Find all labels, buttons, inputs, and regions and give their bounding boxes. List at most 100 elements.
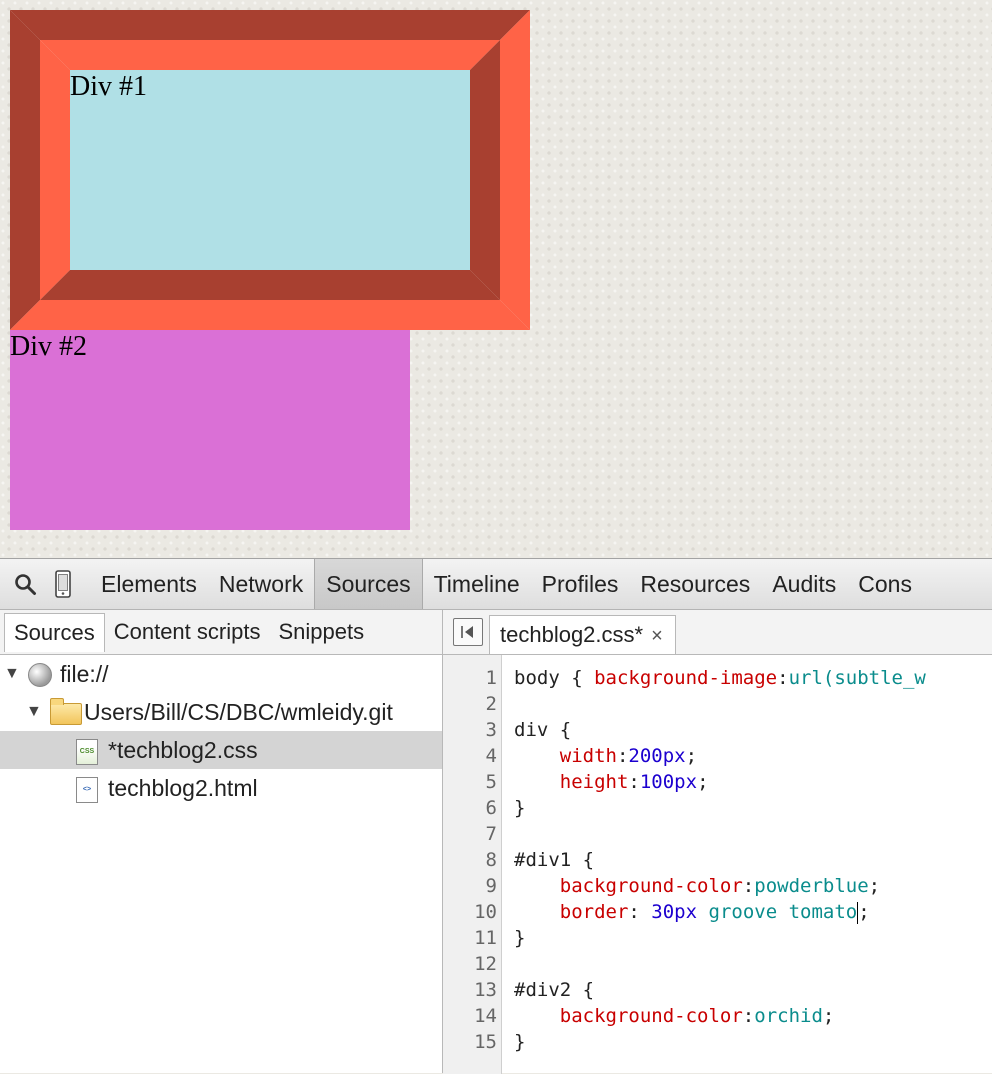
code-line[interactable]: 2 (443, 691, 992, 717)
code-line[interactable]: 11} (443, 925, 992, 951)
tree-file-html[interactable]: <> techblog2.html (0, 769, 442, 807)
line-number: 5 (485, 771, 497, 793)
expand-triangle-icon[interactable]: ▼ (26, 693, 42, 731)
tab-timeline[interactable]: Timeline (423, 559, 531, 609)
code-text: background-color:powderblue; (514, 873, 880, 899)
search-icon[interactable] (6, 559, 44, 609)
expand-triangle-icon[interactable]: ▼ (4, 655, 20, 693)
source-editor: techblog2.css* × 1 body { background-image… (443, 610, 992, 1074)
code-line[interactable]: 14 background-color:orchid; (443, 1003, 992, 1029)
code-token: background-color (559, 1005, 743, 1027)
device-mode-icon[interactable] (44, 559, 82, 609)
folder-icon (50, 698, 82, 725)
code-line[interactable]: 3 div { (443, 717, 992, 743)
code-token: div { (514, 719, 572, 741)
code-text: } (514, 795, 525, 821)
line-number: 11 (474, 927, 497, 949)
code-text: } (514, 925, 525, 951)
code-text: background-color:orchid; (514, 1003, 835, 1029)
code-line[interactable]: 15} (443, 1029, 992, 1055)
code-token: ; (697, 771, 709, 793)
tab-network[interactable]: Network (208, 559, 314, 609)
line-number: 4 (485, 745, 497, 767)
groove-border-segment (10, 10, 40, 330)
groove-border (10, 10, 530, 330)
code-line[interactable]: 13 #div2 { (443, 977, 992, 1003)
html-file-icon: <> (76, 777, 98, 803)
code-token: : (628, 771, 640, 793)
groove-border-segment (10, 300, 530, 330)
groove-border-segment (40, 40, 500, 70)
nav-tab-snippets[interactable]: Snippets (269, 612, 373, 652)
code-line[interactable]: 1 body { background-image:url(subtle_w (443, 665, 992, 691)
code-text: width:200px; (514, 743, 697, 769)
nav-tab-sources[interactable]: Sources (4, 612, 105, 652)
code-line[interactable]: 4 width:200px; (443, 743, 992, 769)
tree-file-css[interactable]: CSS *techblog2.css (0, 731, 442, 769)
code-token: } (514, 797, 526, 819)
code-line[interactable]: 7 (443, 821, 992, 847)
code-token: ; (858, 901, 870, 923)
css-file-icon: CSS (76, 739, 98, 765)
code-line[interactable]: 9 background-color:powderblue; (443, 873, 992, 899)
div2-label: Div #2 (10, 331, 87, 362)
code-area[interactable]: 1 body { background-image:url(subtle_w 2 3 d… (443, 655, 992, 1074)
code-lines[interactable]: 1 body { background-image:url(subtle_w 2 3 d… (443, 665, 992, 1055)
tree-file-label: *techblog2.css (108, 737, 258, 763)
div2-box[interactable]: Div #2 (10, 330, 410, 530)
code-token: ; (685, 745, 698, 767)
tree-root[interactable]: ▼ file:// (0, 655, 442, 693)
code-line[interactable]: 6} (443, 795, 992, 821)
code-line[interactable]: 5 height:100px; (443, 769, 992, 795)
code-token: : (777, 667, 789, 689)
code-text: height:100px; (514, 769, 709, 795)
tree-folder[interactable]: ▼ Users/Bill/CS/DBC/wmleidy.git (0, 693, 442, 731)
tab-audits[interactable]: Audits (761, 559, 847, 609)
code-line[interactable]: 8 #div1 { (443, 847, 992, 873)
editor-tabs: techblog2.css* × (443, 610, 992, 655)
tab-sources[interactable]: Sources (314, 559, 423, 609)
code-line[interactable]: 10 border: 30px groove tomato; (443, 899, 992, 925)
toggle-navigator-icon[interactable] (453, 618, 483, 646)
code-token: #div1 { (514, 849, 595, 871)
code-token: ; (868, 875, 881, 897)
tab-console[interactable]: Cons (847, 559, 923, 609)
file-tab[interactable]: techblog2.css* × (489, 615, 676, 654)
globe-icon (28, 663, 52, 687)
close-icon[interactable]: × (651, 625, 663, 647)
line-number: 7 (485, 823, 497, 845)
code-token: background-image (594, 667, 778, 689)
line-number: 3 (485, 719, 497, 741)
tab-resources[interactable]: Resources (629, 559, 761, 609)
code-token: groove tomato (708, 901, 858, 923)
code-token: height (559, 771, 629, 793)
tab-profiles[interactable]: Profiles (531, 559, 630, 609)
code-token: : (616, 745, 629, 767)
line-number: 13 (474, 979, 497, 1001)
div1-box[interactable]: Div #1 (10, 10, 530, 330)
code-text: body { background-image:url(subtle_w (514, 665, 926, 691)
code-token: } (514, 927, 526, 949)
groove-border-segment (40, 40, 70, 300)
div1-label: Div #1 (70, 71, 147, 102)
code-token: 200px (628, 745, 686, 767)
tab-elements[interactable]: Elements (90, 559, 208, 609)
devtools-panel: Elements Network Sources Timeline Profil… (0, 558, 992, 1074)
code-token: body { (514, 667, 595, 689)
code-token: : (628, 901, 652, 923)
code-text: border: 30px groove tomato; (514, 899, 870, 925)
line-number: 8 (485, 849, 497, 871)
code-token: } (514, 1031, 526, 1053)
code-text: #div1 { (514, 847, 594, 873)
code-line[interactable]: 12 (443, 951, 992, 977)
code-token: #div2 { (514, 979, 595, 1001)
navigator-tabs: Sources Content scripts Snippets (0, 610, 442, 655)
groove-border-segment (10, 10, 530, 40)
nav-tab-content-scripts[interactable]: Content scripts (105, 612, 270, 652)
